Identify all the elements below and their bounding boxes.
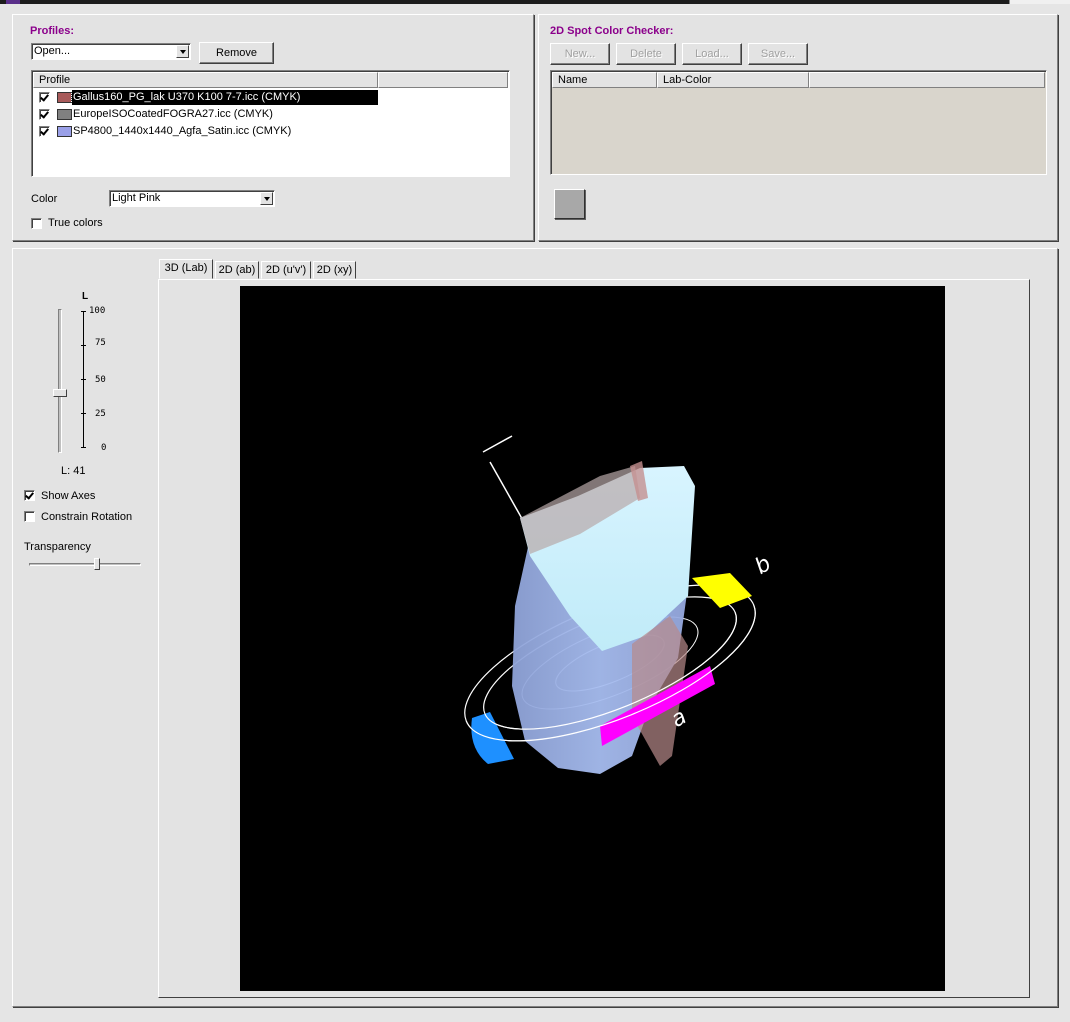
- tick-label-50: 50: [95, 375, 106, 385]
- constrain-rotation-checkbox[interactable]: [24, 511, 35, 522]
- profile-checkbox-3[interactable]: [39, 126, 50, 137]
- save-button[interactable]: Save...: [748, 43, 808, 65]
- chevron-down-icon[interactable]: [176, 45, 189, 58]
- profile-checkbox-2[interactable]: [39, 109, 50, 120]
- b-axis-label: b: [751, 551, 776, 580]
- color-combo[interactable]: Light Pink: [109, 190, 275, 207]
- profile-swatch-1: [57, 92, 72, 103]
- yellow-hue-segment: [692, 573, 752, 608]
- profile-column-filler: [378, 72, 508, 88]
- tick-label-100: 100: [89, 306, 106, 316]
- profiles-title: Profiles:: [30, 25, 75, 37]
- new-button[interactable]: New...: [550, 43, 610, 65]
- profile-swatch-3: [57, 126, 72, 137]
- l-slider-track[interactable]: [58, 309, 62, 453]
- color-label: Color: [31, 193, 58, 205]
- name-column-header[interactable]: Name: [552, 72, 657, 88]
- title-bar: [0, 0, 1070, 4]
- lab-color-column-header[interactable]: Lab-Color: [657, 72, 809, 88]
- app-icon: [6, 0, 20, 4]
- open-profile-combo[interactable]: Open...: [31, 43, 191, 60]
- tick-label-0: 0: [101, 443, 107, 453]
- tick-100: [81, 311, 86, 312]
- profile-label-1: Gallus160_PG_lak U370 K100 7-7.icc (CMYK…: [73, 91, 301, 103]
- l-axis-marker: [482, 435, 513, 453]
- tab-2d-ab[interactable]: 2D (ab): [215, 261, 259, 279]
- true-colors-label: True colors: [48, 217, 103, 229]
- profile-row-2[interactable]: EuropeISOCoatedFOGRA27.icc (CMYK): [32, 107, 509, 122]
- transparency-slider-thumb[interactable]: [94, 558, 100, 570]
- spot-column-filler: [809, 72, 1045, 88]
- tick-label-75: 75: [95, 338, 106, 348]
- 3d-gamut-viewport[interactable]: b a: [240, 286, 945, 991]
- open-profile-value: Open...: [34, 45, 71, 57]
- transparency-label: Transparency: [24, 541, 91, 553]
- chevron-down-icon[interactable]: [260, 192, 273, 205]
- show-axes-checkbox[interactable]: [24, 490, 35, 501]
- l-value-readout: L: 41: [61, 465, 86, 477]
- profiles-panel: Profiles: Open... Remove Profile Gallus1…: [12, 14, 534, 241]
- profile-row-1[interactable]: Gallus160_PG_lak U370 K100 7-7.icc (CMYK…: [32, 89, 509, 106]
- slider-axis-label: L: [82, 291, 89, 302]
- tab-2d-xy[interactable]: 2D (xy): [313, 261, 356, 279]
- gamut-render: b a: [464, 435, 776, 774]
- constrain-rotation-label: Constrain Rotation: [41, 511, 133, 523]
- delete-button[interactable]: Delete: [616, 43, 676, 65]
- spot-color-title: 2D Spot Color Checker:: [550, 25, 674, 37]
- profile-list[interactable]: Profile Gallus160_PG_lak U370 K100 7-7.i…: [31, 70, 510, 177]
- tick-label-25: 25: [95, 409, 106, 419]
- color-combo-value: Light Pink: [112, 192, 161, 204]
- profile-checkbox-1[interactable]: [39, 92, 50, 103]
- tick-75: [81, 345, 86, 346]
- transparency-slider-track[interactable]: [29, 563, 141, 566]
- remove-button[interactable]: Remove: [199, 42, 274, 64]
- profile-swatch-2: [57, 109, 72, 120]
- tab-2d-uv[interactable]: 2D (u'v'): [261, 261, 311, 279]
- true-colors-checkbox[interactable]: [31, 218, 42, 229]
- tick-50: [81, 379, 86, 380]
- l-slider-thumb[interactable]: [53, 389, 67, 397]
- spot-color-panel: 2D Spot Color Checker: New... Delete Loa…: [538, 14, 1058, 241]
- profile-row-3[interactable]: SP4800_1440x1440_Agfa_Satin.icc (CMYK): [32, 124, 509, 139]
- window-controls[interactable]: [1009, 0, 1070, 4]
- spot-color-swatch[interactable]: [554, 189, 585, 219]
- show-axes-label: Show Axes: [41, 490, 96, 502]
- load-button[interactable]: Load...: [682, 43, 742, 65]
- profile-label-2: EuropeISOCoatedFOGRA27.icc (CMYK): [73, 108, 273, 120]
- tick-25: [81, 413, 86, 414]
- tick-0: [81, 447, 86, 448]
- profile-label-3: SP4800_1440x1440_Agfa_Satin.icc (CMYK): [73, 125, 292, 137]
- spot-color-list[interactable]: Name Lab-Color: [550, 70, 1047, 175]
- tab-3d-lab[interactable]: 3D (Lab): [159, 259, 213, 279]
- profile-column-header[interactable]: Profile: [33, 72, 378, 88]
